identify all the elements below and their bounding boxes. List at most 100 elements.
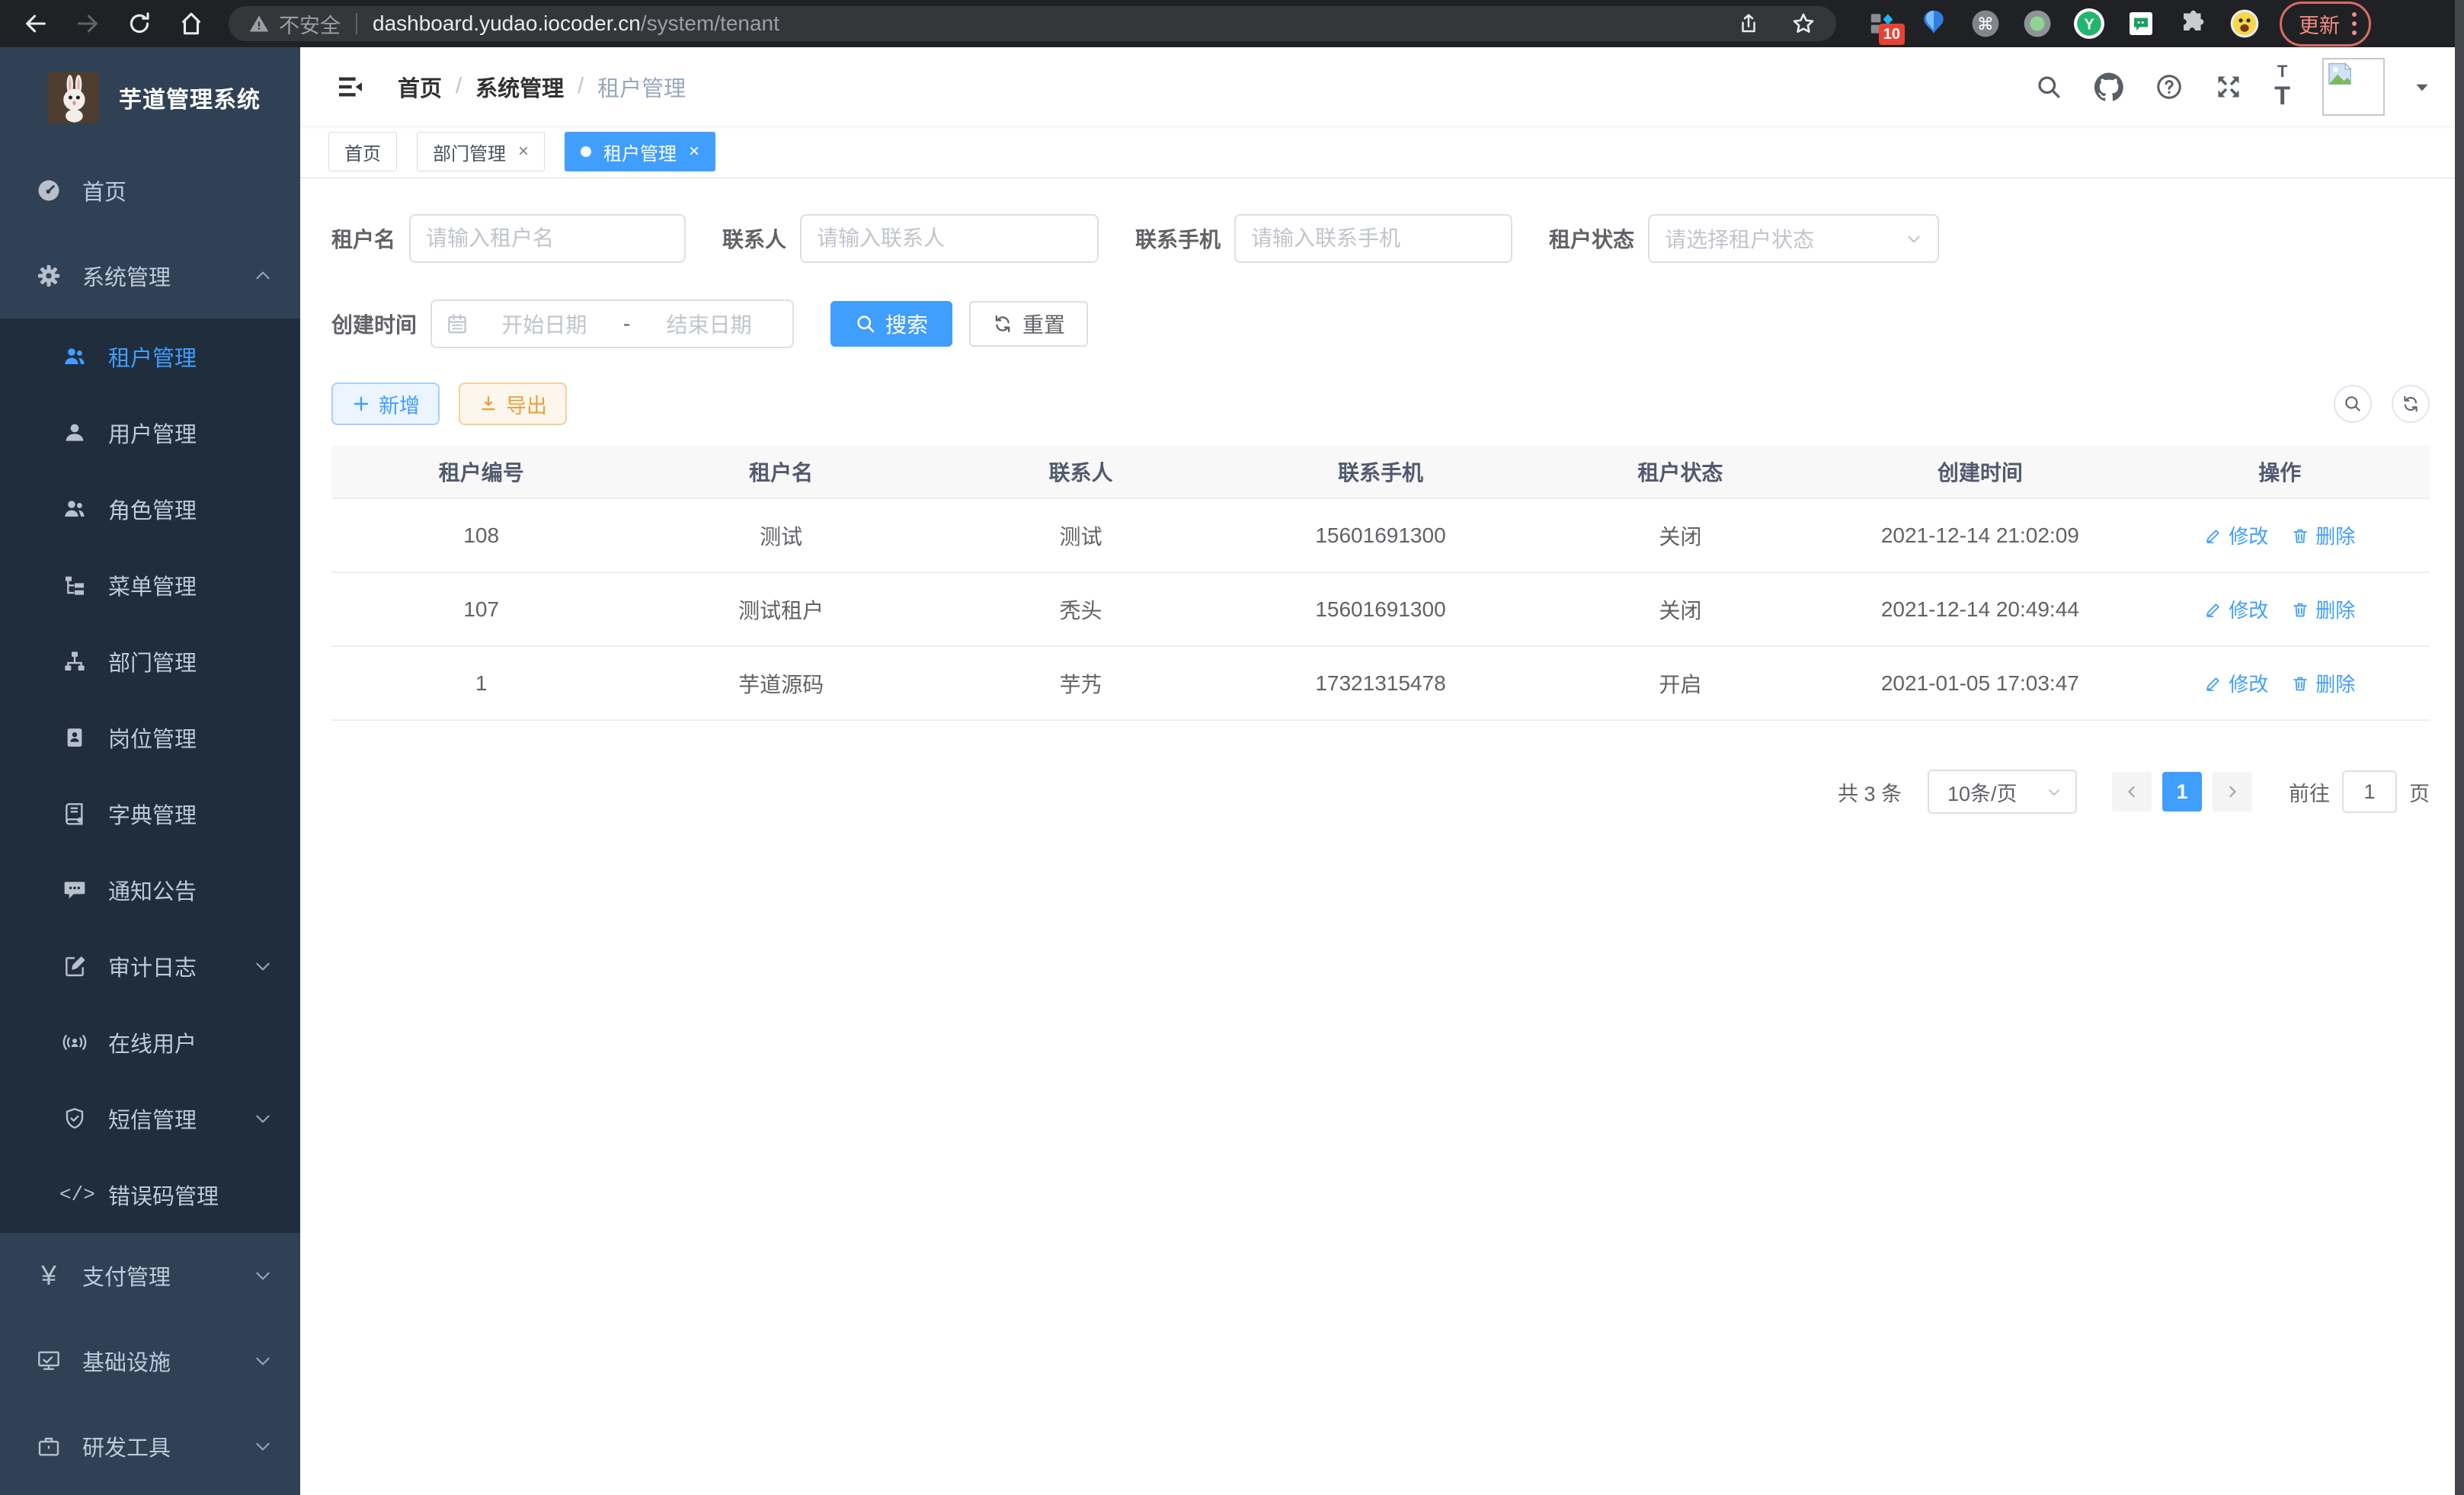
contact-input[interactable] bbox=[800, 214, 1099, 263]
tab-home[interactable]: 首页 bbox=[328, 132, 397, 171]
sidebar-item-audit-log[interactable]: 审计日志 bbox=[0, 928, 300, 1004]
avatar[interactable] bbox=[2322, 58, 2385, 116]
browser-forward-icon[interactable] bbox=[73, 9, 102, 38]
sidebar-item-label: 短信管理 bbox=[108, 1103, 197, 1135]
export-button[interactable]: 导出 bbox=[459, 383, 567, 425]
sidebar-item-system[interactable]: 系统管理 bbox=[0, 233, 300, 319]
close-icon[interactable]: × bbox=[518, 142, 529, 161]
browser-back-icon[interactable] bbox=[21, 9, 50, 38]
url-text: dashboard.yudao.iocoder.cn/system/tenant bbox=[373, 11, 779, 36]
refresh-button[interactable] bbox=[2392, 385, 2430, 423]
filter-mobile: 联系手机 bbox=[1135, 214, 1512, 263]
fullscreen-icon[interactable] bbox=[2215, 73, 2242, 101]
edit-link[interactable]: 修改 bbox=[2204, 595, 2268, 623]
sidebar-menu: 首页 系统管理 租户管理 bbox=[0, 148, 300, 1489]
gear-icon bbox=[34, 261, 64, 291]
update-label: 更新 bbox=[2299, 9, 2340, 39]
briefcase-icon bbox=[34, 1431, 64, 1461]
sidebar-item-dict[interactable]: 字典管理 bbox=[0, 776, 300, 852]
extension-command-icon[interactable]: ⌘ bbox=[1970, 8, 2001, 39]
extension-record-icon[interactable] bbox=[2022, 8, 2053, 39]
tab-label: 租户管理 bbox=[603, 139, 677, 165]
sidebar-item-tenant[interactable]: 租户管理 bbox=[0, 319, 300, 395]
sidebar-item-errcode[interactable]: </> 错误码管理 bbox=[0, 1157, 300, 1233]
show-search-button[interactable] bbox=[2334, 385, 2372, 423]
mobile-input[interactable] bbox=[1234, 214, 1512, 263]
sidebar-item-role[interactable]: 角色管理 bbox=[0, 471, 300, 547]
breadcrumb-home[interactable]: 首页 bbox=[398, 71, 442, 103]
extension-y-icon[interactable]: Y bbox=[2074, 8, 2104, 39]
bookmark-star-icon[interactable] bbox=[1790, 11, 1816, 37]
browser-home-icon[interactable] bbox=[177, 9, 206, 38]
extension-puzzle-icon[interactable] bbox=[2178, 8, 2208, 39]
delete-link[interactable]: 删除 bbox=[2291, 669, 2355, 697]
cell-mobile: 17321315478 bbox=[1230, 671, 1530, 696]
edit-link[interactable]: 修改 bbox=[2204, 669, 2268, 697]
date-range-picker[interactable]: 开始日期 - 结束日期 bbox=[430, 299, 794, 348]
filter-contact: 联系人 bbox=[722, 214, 1099, 263]
add-button[interactable]: 新增 bbox=[331, 383, 440, 425]
edit-link[interactable]: 修改 bbox=[2204, 521, 2268, 549]
sidebar-item-user[interactable]: 用户管理 bbox=[0, 395, 300, 471]
delete-link[interactable]: 删除 bbox=[2291, 521, 2355, 549]
sidebar-item-label: 部门管理 bbox=[108, 645, 197, 677]
sidebar-item-devtools[interactable]: 研发工具 bbox=[0, 1404, 300, 1489]
system-submenu: 租户管理 用户管理 角色管理 bbox=[0, 319, 300, 1233]
page-size-select[interactable]: 10条/页 bbox=[1928, 770, 2077, 814]
sidebar: 芋道管理系统 首页 系统管理 bbox=[0, 47, 300, 1495]
breadcrumb-system[interactable]: 系统管理 bbox=[475, 71, 564, 103]
share-icon[interactable] bbox=[1736, 11, 1762, 37]
sidebar-item-label: 首页 bbox=[82, 174, 126, 206]
tab-label: 首页 bbox=[344, 139, 381, 165]
close-icon[interactable]: × bbox=[689, 142, 699, 161]
code-icon: </> bbox=[59, 1180, 90, 1210]
status-select[interactable]: 请选择租户状态 bbox=[1648, 214, 1939, 263]
main-area: 首页 / 系统管理 / 租户管理 bbox=[300, 47, 2464, 1495]
search-button[interactable]: 搜索 bbox=[830, 301, 952, 347]
font-size-icon[interactable]: TT bbox=[2274, 62, 2290, 111]
sidebar-item-sms[interactable]: 短信管理 bbox=[0, 1080, 300, 1157]
cell-operations: 修改 删除 bbox=[2130, 595, 2430, 623]
cell-mobile: 15601691300 bbox=[1230, 597, 1530, 622]
reset-button[interactable]: 重置 bbox=[969, 301, 1088, 347]
browser-menu-icon[interactable] bbox=[2352, 12, 2357, 35]
extension-chat-icon[interactable] bbox=[2126, 8, 2156, 39]
github-icon[interactable] bbox=[2094, 72, 2123, 101]
extension-grid-icon[interactable]: 10 bbox=[1867, 8, 1897, 39]
goto-page-input[interactable] bbox=[2342, 770, 2397, 813]
sidebar-item-infra[interactable]: 基础设施 bbox=[0, 1318, 300, 1404]
sidebar-item-online-users[interactable]: 在线用户 bbox=[0, 1004, 300, 1080]
next-page-button[interactable] bbox=[2213, 772, 2252, 812]
tab-dept[interactable]: 部门管理 × bbox=[417, 132, 545, 171]
search-icon[interactable] bbox=[2035, 73, 2062, 101]
sidebar-item-post[interactable]: 岗位管理 bbox=[0, 699, 300, 776]
page-number-current[interactable]: 1 bbox=[2162, 772, 2202, 812]
site-security[interactable]: 不安全 bbox=[248, 9, 341, 39]
sidebar-item-menu[interactable]: 菜单管理 bbox=[0, 547, 300, 623]
tab-tenant[interactable]: 租户管理 × bbox=[565, 132, 715, 171]
caret-down-icon[interactable] bbox=[2412, 77, 2432, 97]
sidebar-item-home[interactable]: 首页 bbox=[0, 148, 300, 233]
field-label: 创建时间 bbox=[331, 309, 417, 339]
tenant-name-input[interactable] bbox=[409, 214, 686, 263]
sidebar-item-notice[interactable]: 通知公告 bbox=[0, 852, 300, 928]
browser-reload-icon[interactable] bbox=[125, 9, 154, 38]
edit-label: 修改 bbox=[2229, 595, 2268, 623]
filter-tenant-name: 租户名 bbox=[331, 214, 686, 263]
date-end-placeholder[interactable]: 结束日期 bbox=[639, 309, 779, 339]
sidebar-item-pay[interactable]: ¥ 支付管理 bbox=[0, 1233, 300, 1318]
date-start-placeholder[interactable]: 开始日期 bbox=[475, 309, 614, 339]
browser-update-button[interactable]: 更新 bbox=[2280, 2, 2371, 46]
help-icon[interactable] bbox=[2155, 73, 2183, 101]
sidebar-fold-icon[interactable] bbox=[335, 72, 366, 102]
field-label: 租户名 bbox=[331, 223, 395, 254]
extension-balloon-icon[interactable] bbox=[1918, 8, 1949, 39]
delete-link[interactable]: 删除 bbox=[2291, 595, 2355, 623]
sidebar-item-dept[interactable]: 部门管理 bbox=[0, 623, 300, 699]
extension-emoji-icon[interactable] bbox=[2229, 8, 2260, 39]
prev-page-button[interactable] bbox=[2112, 772, 2152, 812]
search-icon bbox=[855, 313, 876, 335]
address-bar[interactable]: 不安全 dashboard.yudao.iocoder.cn/system/te… bbox=[229, 6, 1836, 41]
chevron-down-icon bbox=[253, 1266, 273, 1285]
cell-tenant-name: 测试 bbox=[631, 520, 930, 551]
